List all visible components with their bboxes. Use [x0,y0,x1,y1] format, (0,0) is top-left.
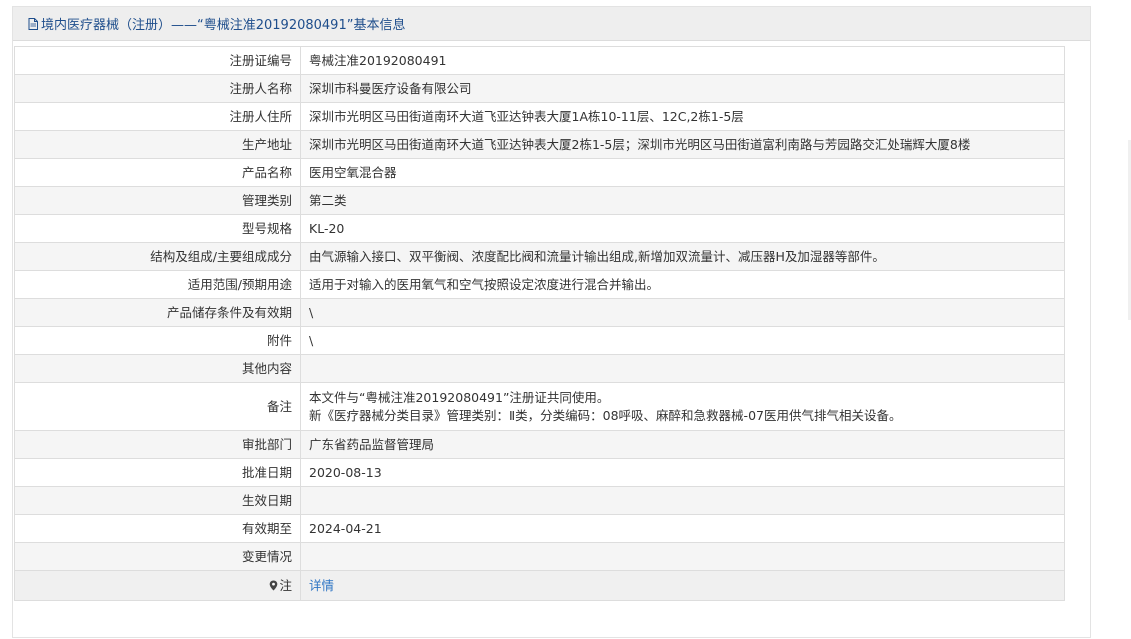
row-value-remarks: 本文件与“粤械注准20192080491”注册证共同使用。 新《医疗器械分类目录… [300,382,1065,431]
table-row: 注册人住所 深圳市光明区马田街道南环大道飞亚达钟表大厦1A栋10-11层、12C… [14,102,1065,131]
row-value-management-class: 第二类 [300,186,1065,215]
row-label-management-class: 管理类别 [14,186,301,215]
table-row: 变更情况 [14,542,1065,571]
table-row: 生效日期 [14,486,1065,515]
info-table: 注册证编号 粤械注准20192080491 注册人名称 深圳市科曼医疗设备有限公… [14,46,1065,601]
table-row: 批准日期 2020-08-13 [14,458,1065,487]
table-row: 注册证编号 粤械注准20192080491 [14,46,1065,75]
row-label-structure: 结构及组成/主要组成成分 [14,242,301,271]
document-icon [28,17,38,30]
row-value-product-name: 医用空氧混合器 [300,158,1065,187]
page-title: 境内医疗器械（注册）——“粤械注准20192080491”基本信息 [41,18,406,33]
row-value-note: 详情 [300,570,1065,601]
table-row: 附件 \ [14,326,1065,355]
table-row: 审批部门 广东省药品监督管理局 [14,430,1065,459]
row-label-approval-dept: 审批部门 [14,430,301,459]
table-row: 适用范围/预期用途 适用于对输入的医用氧气和空气按照设定浓度进行混合并输出。 [14,270,1065,299]
row-value-structure: 由气源输入接口、双平衡阀、浓度配比阀和流量计输出组成,新增加双流量计、减压器H及… [300,242,1065,271]
row-label-storage: 产品储存条件及有效期 [14,298,301,327]
row-label-registrant-address: 注册人住所 [14,102,301,131]
row-label-attachment: 附件 [14,326,301,355]
row-value-registrant-address: 深圳市光明区马田街道南环大道飞亚达钟表大厦1A栋10-11层、12C,2栋1-5… [300,102,1065,131]
table-row: 产品储存条件及有效期 \ [14,298,1065,327]
row-value-registration-number: 粤械注准20192080491 [300,46,1065,75]
row-value-other [300,354,1065,383]
remarks-line-1: 本文件与“粤械注准20192080491”注册证共同使用。 [309,389,610,405]
table-row: 生产地址 深圳市光明区马田街道南环大道飞亚达钟表大厦2栋1-5层；深圳市光明区马… [14,130,1065,159]
table-row: 其他内容 [14,354,1065,383]
row-label-intended-use: 适用范围/预期用途 [14,270,301,299]
row-label-other: 其他内容 [14,354,301,383]
table-row: 结构及组成/主要组成成分 由气源输入接口、双平衡阀、浓度配比阀和流量计输出组成,… [14,242,1065,271]
details-link[interactable]: 详情 [309,578,334,593]
row-label-approval-date: 批准日期 [14,458,301,487]
row-value-valid-until: 2024-04-21 [300,514,1065,543]
table-row: 管理类别 第二类 [14,186,1065,215]
table-row: 产品名称 医用空氧混合器 [14,158,1065,187]
row-label-changes: 变更情况 [14,542,301,571]
row-label-product-name: 产品名称 [14,158,301,187]
row-label-registrant-name: 注册人名称 [14,74,301,103]
row-value-approval-date: 2020-08-13 [300,458,1065,487]
table-row: 备注 本文件与“粤械注准20192080491”注册证共同使用。 新《医疗器械分… [14,382,1065,431]
row-value-effective-date [300,486,1065,515]
row-value-intended-use: 适用于对输入的医用氧气和空气按照设定浓度进行混合并输出。 [300,270,1065,299]
table-row: 型号规格 KL-20 [14,214,1065,243]
remarks-line-2: 新《医疗器械分类目录》管理类别：Ⅱ类，分类编码：08呼吸、麻醉和急救器械-07医… [309,407,902,423]
table-row: 注册人名称 深圳市科曼医疗设备有限公司 [14,74,1065,103]
row-label-model: 型号规格 [14,214,301,243]
row-value-production-address: 深圳市光明区马田街道南环大道飞亚达钟表大厦2栋1-5层；深圳市光明区马田街道富利… [300,130,1065,159]
map-pin-icon [269,578,278,590]
row-value-storage: \ [300,298,1065,327]
panel-header: 境内医疗器械（注册）——“粤械注准20192080491”基本信息 [13,7,1090,41]
row-label-effective-date: 生效日期 [14,486,301,515]
note-label: 注 [279,577,292,593]
row-label-registration-number: 注册证编号 [14,46,301,75]
table-row: 有效期至 2024-04-21 [14,514,1065,543]
row-label-note: 注 [14,570,301,601]
row-value-attachment: \ [300,326,1065,355]
row-label-valid-until: 有效期至 [14,514,301,543]
table-row: 注 详情 [14,570,1065,601]
row-value-registrant-name: 深圳市科曼医疗设备有限公司 [300,74,1065,103]
row-label-remarks: 备注 [14,382,301,431]
row-value-approval-dept: 广东省药品监督管理局 [300,430,1065,459]
row-label-production-address: 生产地址 [14,130,301,159]
row-value-model: KL-20 [300,214,1065,243]
row-value-changes [300,542,1065,571]
